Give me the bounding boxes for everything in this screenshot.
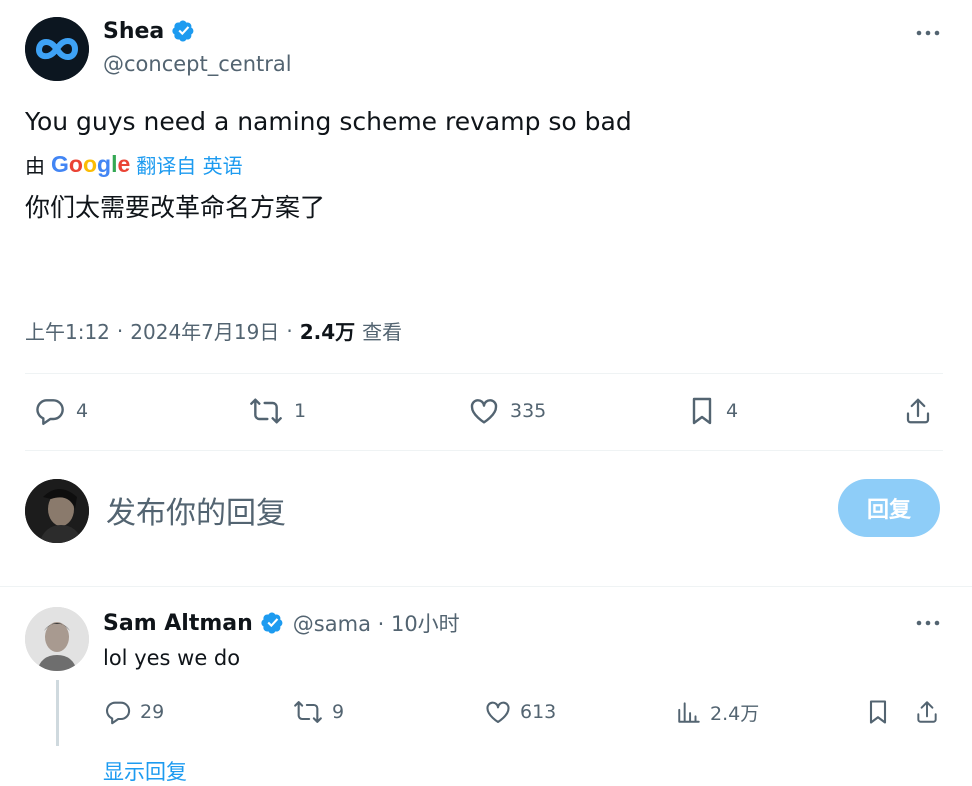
user-avatar[interactable] — [25, 479, 89, 543]
share-icon — [903, 395, 933, 427]
divider — [25, 450, 943, 451]
reply-handle-time[interactable]: @sama · 10小时 — [293, 608, 460, 638]
bookmark-button[interactable]: 4 — [688, 395, 738, 427]
more-icon[interactable] — [913, 24, 943, 42]
author-avatar[interactable] — [25, 17, 89, 81]
like-count: 335 — [510, 400, 547, 422]
retweet-icon — [292, 698, 324, 726]
reply-icon — [34, 395, 66, 427]
views-icon — [676, 698, 702, 726]
translate-prefix: 由 — [25, 154, 45, 178]
reply-author-avatar[interactable] — [25, 607, 89, 671]
google-logo: Google — [51, 151, 131, 177]
meta-separator: · — [286, 318, 293, 343]
divider — [0, 586, 972, 587]
reply-submit-button[interactable]: 回复 — [838, 479, 940, 537]
tweet-meta: 上午1:12 · 2024年7月19日 · 2.4万 查看 — [25, 316, 402, 345]
reply-input[interactable]: 发布你的回复 — [106, 488, 806, 532]
author-handle[interactable]: @concept_central — [103, 52, 292, 76]
views-label: 查看 — [362, 320, 403, 344]
like-icon — [484, 698, 512, 726]
translated-text: 你们太需要改革命名方案了 — [25, 193, 326, 222]
like-icon — [468, 395, 500, 427]
retweet-button[interactable]: 1 — [248, 395, 306, 427]
reply-button[interactable]: 4 — [34, 395, 88, 427]
concept-logo-icon — [25, 17, 89, 81]
verified-icon — [259, 610, 285, 636]
bookmark-icon — [688, 395, 716, 427]
thread-line — [56, 680, 59, 746]
meta-separator: · — [116, 318, 124, 343]
bookmark-count: 4 — [726, 400, 739, 422]
reply-reply-count: 29 — [140, 701, 165, 723]
reply-icon — [104, 698, 132, 726]
reply-like-button[interactable]: 613 — [484, 698, 556, 726]
translate-source-language[interactable]: 翻译自 英语 — [136, 150, 242, 179]
views-count[interactable]: 2.4万 — [300, 316, 355, 345]
reply-views-count: 2.4万 — [710, 702, 760, 725]
user-photo-icon — [25, 479, 89, 543]
reply-author-name[interactable]: Sam Altman — [103, 611, 253, 636]
share-button[interactable] — [903, 395, 933, 427]
tweet-time[interactable]: 上午1:12 — [25, 316, 110, 345]
reply-reply-button[interactable]: 29 — [104, 698, 164, 726]
retweet-count: 1 — [294, 400, 307, 422]
show-replies-link[interactable]: 显示回复 — [103, 756, 187, 786]
reply-bookmark-button[interactable] — [866, 698, 890, 726]
reply-text: lol yes we do — [103, 646, 241, 670]
author-name[interactable]: Shea — [103, 19, 164, 44]
reply-share-button[interactable] — [914, 698, 940, 726]
tweet-text: You guys need a naming scheme revamp so … — [25, 107, 632, 136]
reply-like-count: 613 — [520, 701, 557, 723]
share-icon — [914, 698, 940, 726]
reply-retweet-count: 9 — [332, 701, 345, 723]
more-icon[interactable] — [913, 614, 943, 632]
verified-icon — [170, 18, 196, 44]
reply-retweet-button[interactable]: 9 — [292, 698, 344, 726]
reply-author-photo-icon — [25, 607, 89, 671]
reply-count: 4 — [76, 400, 89, 422]
reply-views-button[interactable]: 2.4万 — [676, 698, 759, 726]
retweet-icon — [248, 395, 284, 427]
tweet-date[interactable]: 2024年7月19日 — [130, 316, 279, 345]
divider — [25, 373, 943, 374]
translation-attribution[interactable]: 由 Google 翻译自 英语 — [25, 150, 243, 179]
bookmark-icon — [866, 698, 890, 726]
like-button[interactable]: 335 — [468, 395, 546, 427]
